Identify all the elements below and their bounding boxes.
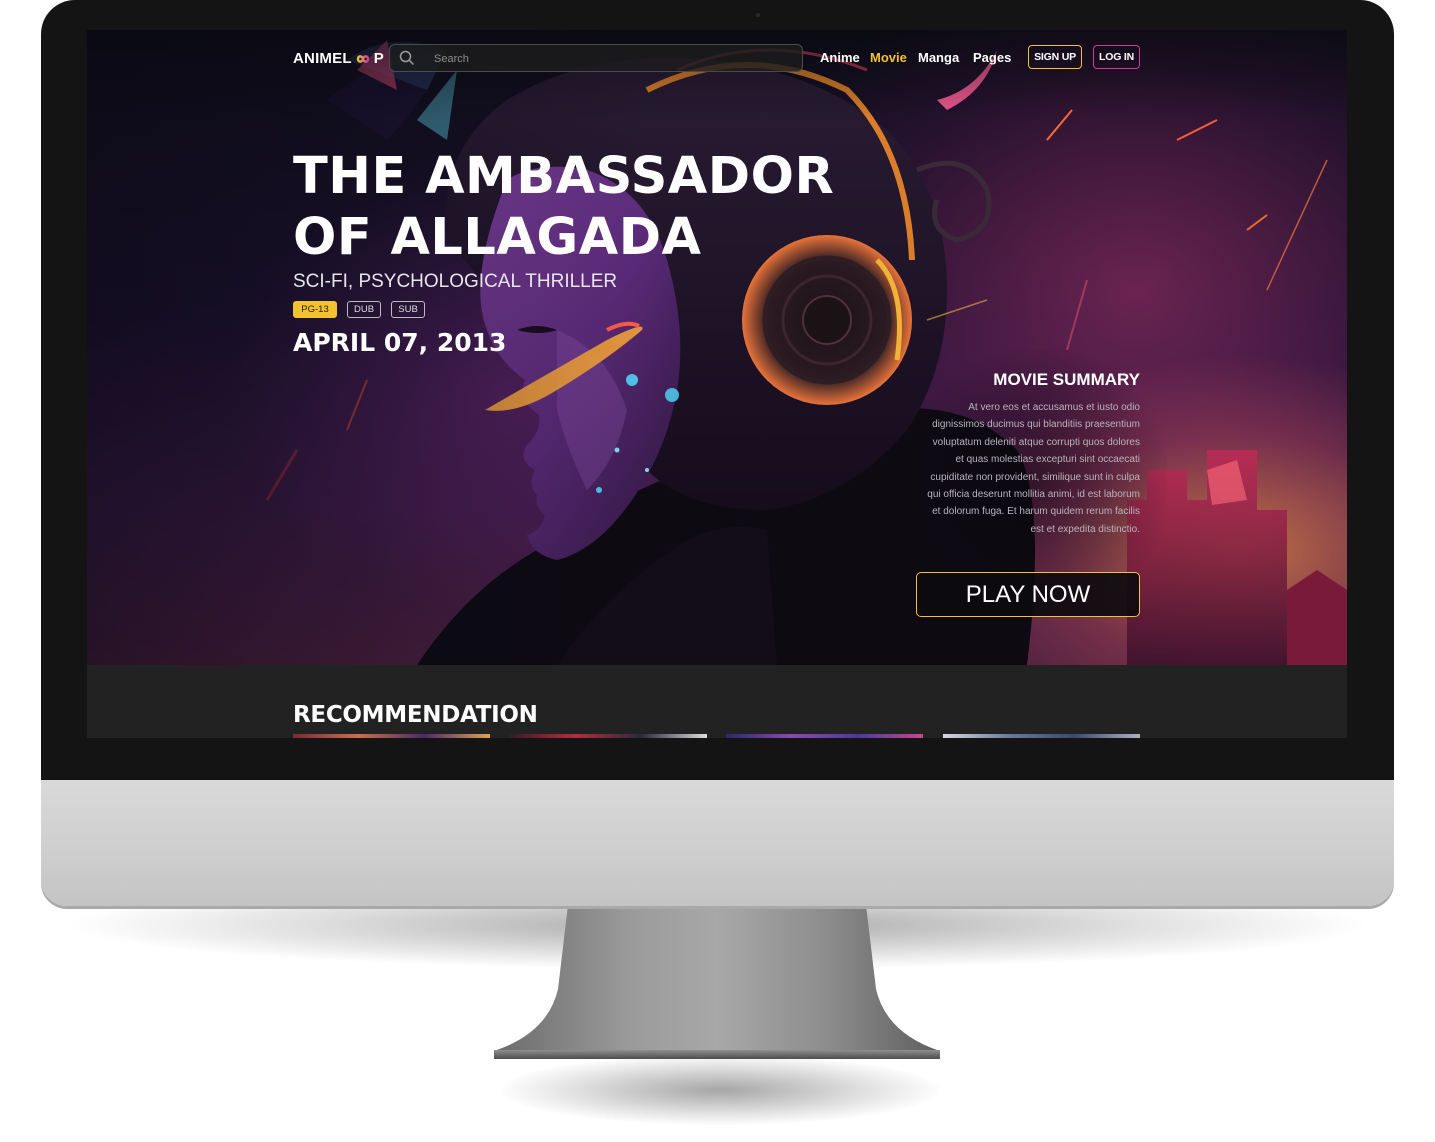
top-nav: ANIMEL P Search Anime Movie Manga Pages … [87,30,1347,90]
monitor-mockup: ANIMEL P Search Anime Movie Manga Pages … [0,0,1435,1142]
search-icon [399,50,415,66]
nav-link-manga[interactable]: Manga [918,50,959,65]
monitor-stand [494,905,940,1059]
recommendation-thumb-4[interactable] [943,734,1140,738]
recommendation-section [87,665,1347,738]
movie-title-line1: THE AMBASSADOR [293,147,835,206]
logo-text-start: ANIMEL [293,50,352,67]
rating-badge: PG-13 [293,301,337,318]
recommendation-thumb-2[interactable] [510,734,707,738]
site-logo[interactable]: ANIMEL P [293,50,384,67]
hero-banner [87,30,1347,665]
nav-link-anime[interactable]: Anime [820,50,860,65]
movie-title: THE AMBASSADOR OF ALLAGADA [293,146,853,268]
search-bar[interactable] [389,44,803,72]
monitor-chin [41,778,1394,906]
stand-shadow [500,1055,940,1125]
play-now-button[interactable]: PLAY NOW [916,572,1140,617]
movie-badges: PG-13 DUB SUB [293,301,426,318]
summary-heading: MOVIE SUMMARY [993,370,1140,389]
nav-link-movie[interactable]: Movie [870,50,907,65]
camera-dot [756,13,760,17]
release-date: APRIL 07, 2013 [293,328,507,357]
nav-link-pages[interactable]: Pages [973,50,1011,65]
search-input[interactable] [432,48,796,70]
dub-badge: DUB [347,301,382,318]
sign-up-button[interactable]: SIGN UP [1028,45,1082,69]
website-screen: ANIMEL P Search Anime Movie Manga Pages … [87,30,1347,738]
summary-text: At vero eos et accusamus et iusto odio d… [927,402,1140,535]
infinity-loop-icon [356,54,369,63]
recommendation-heading: RECOMMENDATION [293,702,538,728]
movie-title-line2: OF ALLAGADA [293,208,702,267]
sub-badge: SUB [391,301,426,318]
logo-text-end: P [373,50,384,67]
recommendation-thumb-3[interactable] [726,734,923,738]
log-in-button[interactable]: LOG IN [1093,45,1140,69]
recommendation-thumb-1[interactable] [293,734,490,738]
movie-genre: SCI-FI, PSYCHOLOGICAL THRILLER [293,271,618,292]
